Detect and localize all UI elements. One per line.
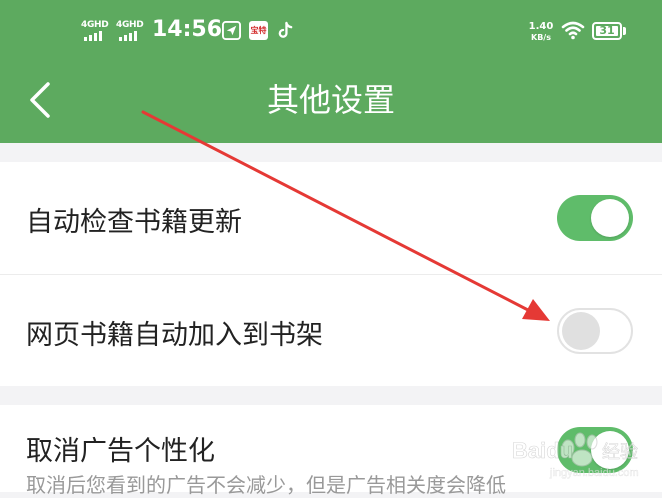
- network-speed-unit: KB/s: [531, 33, 551, 42]
- signal-strength-icon: 4GHD: [81, 20, 115, 44]
- baidu-paw-logo: Baidu 经验 jingyan.baidu.com: [512, 432, 639, 479]
- app-header: 4GHD 4GHD 14:56 宝特 1.40 KB/s 31 其他设置: [0, 0, 662, 143]
- tiktok-icon: [278, 21, 293, 38]
- baidu-watermark: Baidu 经验 jingyan.baidu.com: [510, 420, 652, 482]
- network-speed: 1.40 KB/s: [526, 21, 556, 43]
- wifi-icon: [561, 21, 585, 40]
- network-type-label: 4GHD: [116, 20, 144, 30]
- toggle-knob: [562, 312, 600, 350]
- watermark-brand: Baidu: [512, 438, 573, 463]
- auto-add-web-books-toggle[interactable]: [557, 308, 633, 354]
- battery-level: 31: [596, 25, 618, 36]
- setting-row-auto-add-web-books[interactable]: 网页书籍自动加入到书架: [0, 275, 662, 386]
- setting-label: 网页书籍自动加入到书架: [26, 320, 323, 351]
- battery-icon: 31: [592, 22, 622, 40]
- settings-group: 自动检查书籍更新 网页书籍自动加入到书架: [0, 162, 662, 386]
- send-notification-icon: [222, 21, 241, 40]
- page-title: 其他设置: [266, 81, 395, 119]
- setting-label: 自动检查书籍更新: [26, 207, 242, 238]
- setting-row-auto-check-updates[interactable]: 自动检查书籍更新: [0, 162, 662, 274]
- auto-check-updates-toggle[interactable]: [557, 195, 633, 241]
- network-type-label: 4GHD: [81, 20, 109, 30]
- app-notification-icon: 宝特: [249, 21, 268, 40]
- network-speed-value: 1.40: [528, 21, 554, 32]
- setting-description: 取消后您看到的广告不会减少，但是广告相关度会降低: [26, 473, 506, 497]
- setting-label: 取消广告个性化: [26, 436, 215, 467]
- toggle-knob: [591, 199, 629, 237]
- status-bar: 4GHD 4GHD 14:56 宝特 1.40 KB/s 31: [0, 0, 662, 62]
- watermark-brand-cn: 经验: [602, 442, 638, 463]
- watermark-url: jingyan.baidu.com: [549, 467, 639, 479]
- app-badge-label: 宝特: [250, 26, 267, 35]
- signal-strength-icon: 4GHD: [116, 20, 150, 44]
- status-time: 14:56: [152, 17, 223, 42]
- battery-tip: [623, 27, 626, 35]
